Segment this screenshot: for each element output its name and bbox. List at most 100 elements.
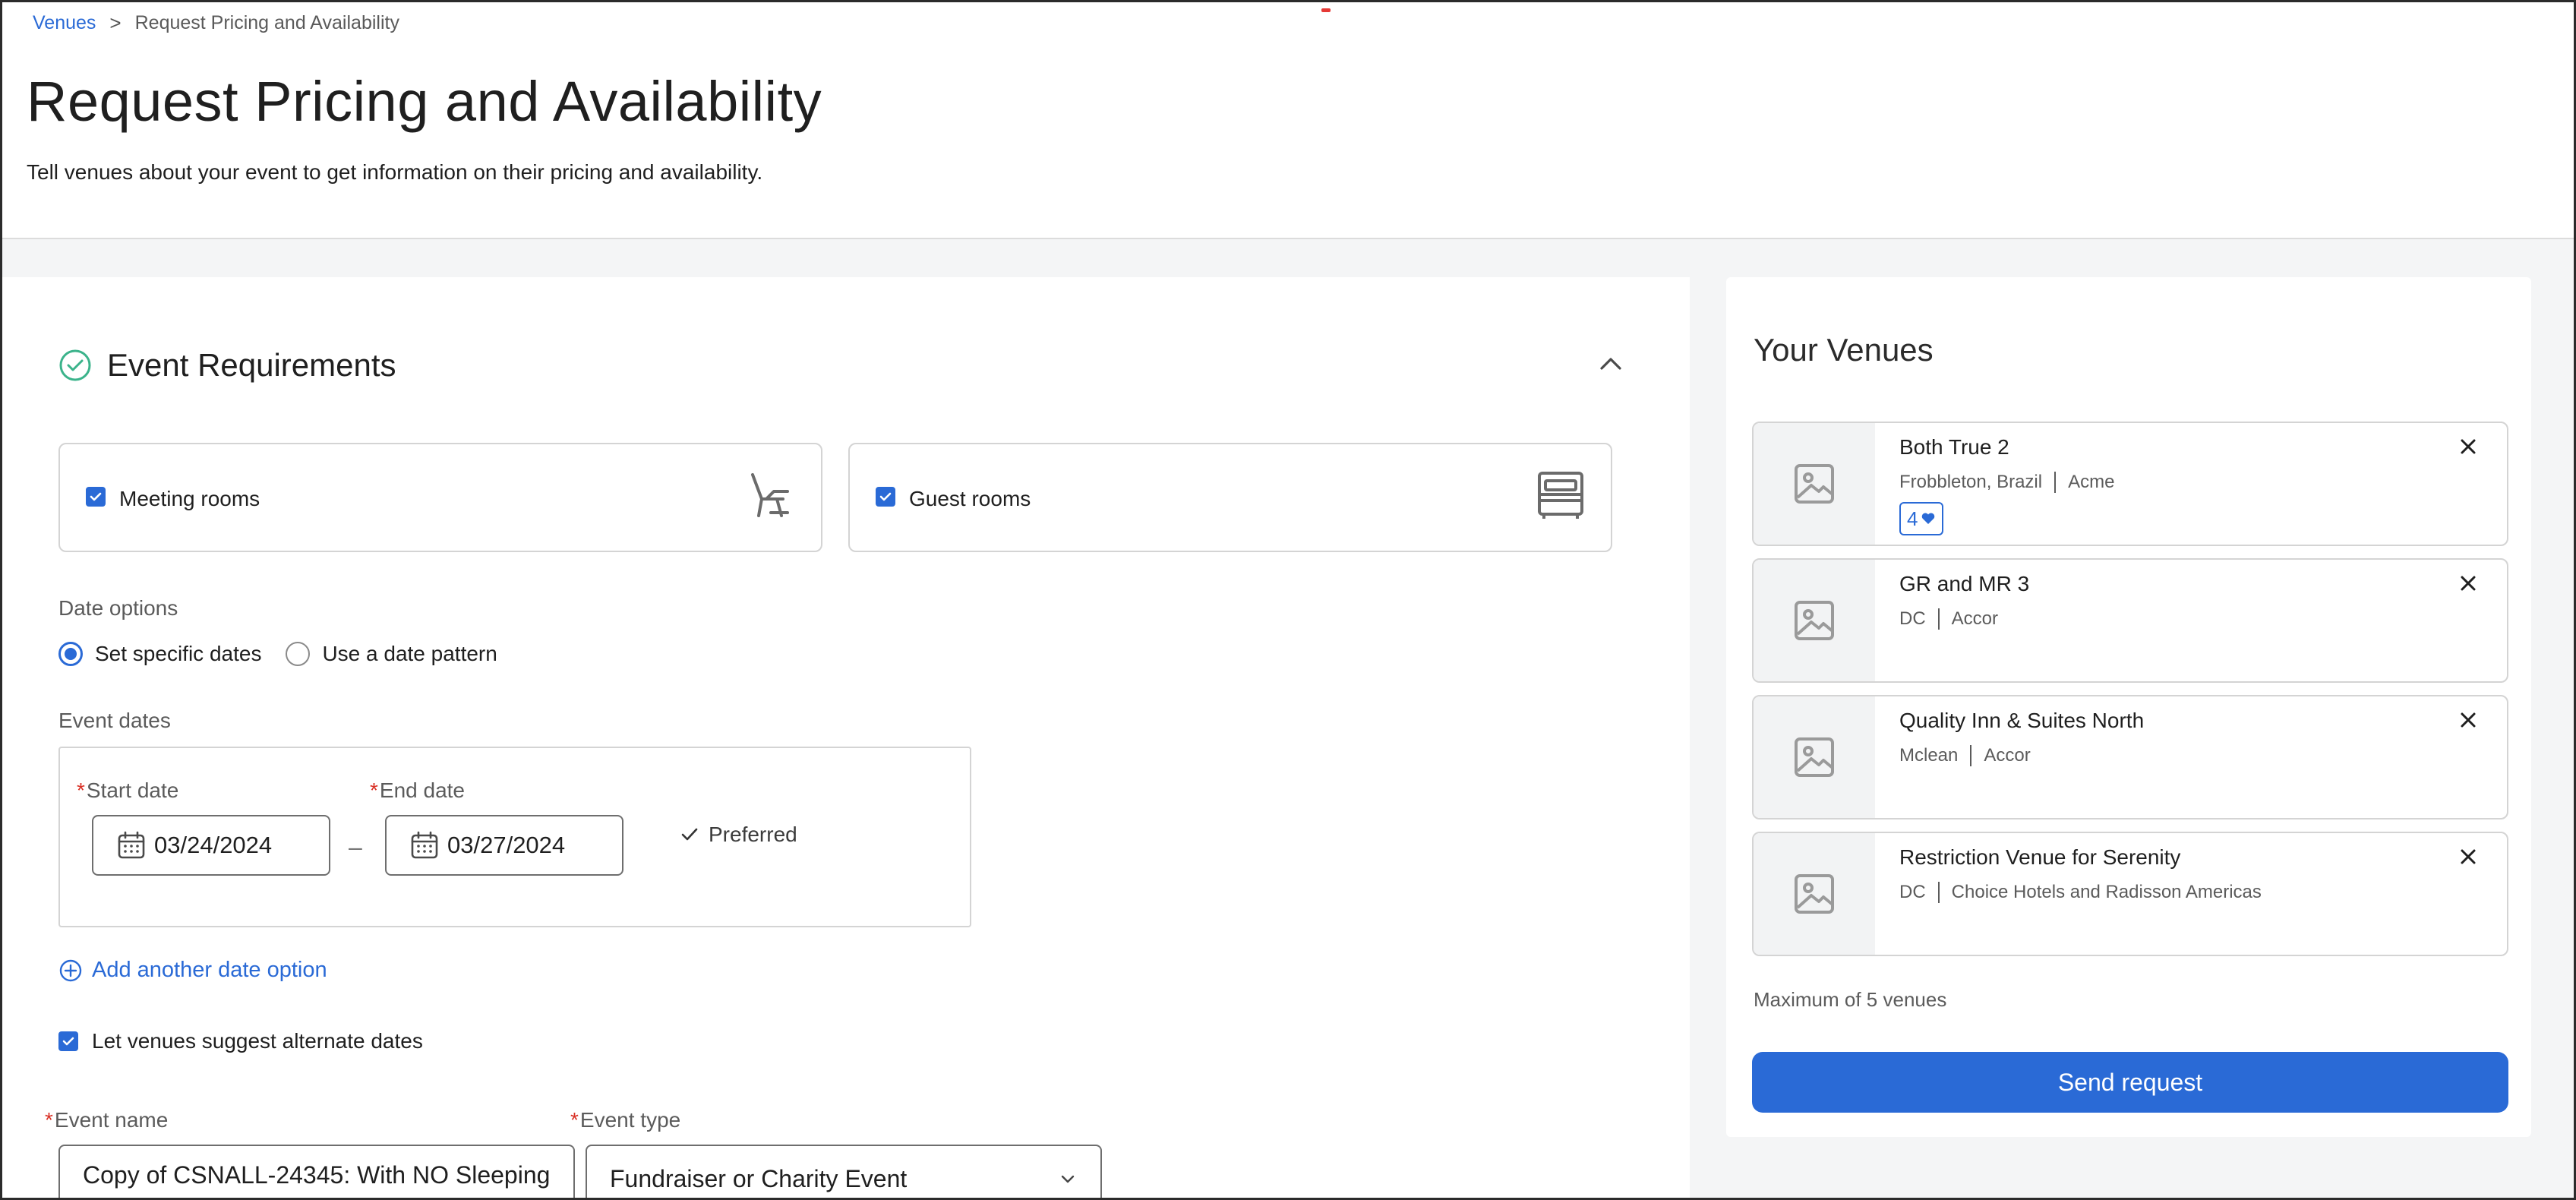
event-name-label-text: Event name bbox=[54, 1108, 169, 1132]
event-name-label: *Event name bbox=[45, 1108, 168, 1132]
date-options-label: Date options bbox=[58, 596, 178, 620]
event-type-select[interactable]: Fundraiser or Charity Event bbox=[586, 1145, 1102, 1198]
guest-rooms-card[interactable]: Guest rooms bbox=[848, 443, 1612, 552]
close-icon[interactable] bbox=[2457, 845, 2480, 868]
radio-date-pattern-label[interactable]: Use a date pattern bbox=[322, 642, 497, 666]
venue-brand: Acme bbox=[2068, 472, 2115, 492]
your-venues-title: Your Venues bbox=[1754, 332, 1934, 368]
max-venues-note: Maximum of 5 venues bbox=[1754, 988, 1947, 1011]
venue-name: Both True 2 bbox=[1899, 435, 2009, 459]
date-options-radio-group: Set specific dates Use a date pattern bbox=[58, 642, 522, 666]
date-range-dash: – bbox=[349, 833, 362, 861]
close-icon[interactable] bbox=[2457, 572, 2480, 595]
start-date-value: 03/24/2024 bbox=[154, 832, 273, 858]
meeting-rooms-card[interactable]: Meeting rooms bbox=[58, 443, 822, 552]
required-mark: * bbox=[570, 1108, 579, 1132]
radio-specific-dates-label[interactable]: Set specific dates bbox=[95, 642, 261, 666]
venue-thumbnail bbox=[1754, 696, 1875, 818]
breadcrumb-venues-link[interactable]: Venues bbox=[33, 12, 96, 34]
heart-icon bbox=[1922, 513, 1935, 524]
suggest-alternate-label: Let venues suggest alternate dates bbox=[92, 1029, 423, 1053]
venue-meta: Mclean Accor bbox=[1899, 745, 2031, 766]
page-title: Request Pricing and Availability bbox=[27, 70, 822, 133]
close-icon[interactable] bbox=[2457, 435, 2480, 458]
checkmark-icon bbox=[90, 492, 102, 501]
venue-meta: DC Accor bbox=[1899, 608, 1998, 630]
meta-divider bbox=[1937, 608, 1940, 630]
section-title: Event Requirements bbox=[107, 347, 396, 383]
start-date-label: *Start date bbox=[77, 778, 178, 803]
venue-brand: Accor bbox=[1984, 745, 2031, 766]
meeting-rooms-checkbox[interactable] bbox=[86, 487, 106, 507]
preferred-toggle[interactable]: Preferred bbox=[680, 823, 797, 847]
end-date-value: 03/27/2024 bbox=[447, 832, 566, 858]
required-mark: * bbox=[77, 778, 85, 802]
venue-location: Frobbleton, Brazil bbox=[1899, 472, 2043, 492]
venue-card: Both True 2 Frobbleton, Brazil Acme 4 bbox=[1752, 422, 2508, 546]
close-icon[interactable] bbox=[2457, 709, 2480, 731]
venue-meta: DC Choice Hotels and Radisson Americas bbox=[1899, 882, 2262, 903]
add-date-option-label: Add another date option bbox=[92, 958, 327, 982]
checkmark-icon bbox=[879, 492, 892, 501]
venue-card: Restriction Venue for Serenity DC Choice… bbox=[1752, 832, 2508, 956]
start-date-label-text: Start date bbox=[86, 778, 179, 802]
meta-divider bbox=[1937, 882, 1940, 903]
calendar-icon bbox=[118, 831, 145, 859]
venue-name: Quality Inn & Suites North bbox=[1899, 709, 2145, 732]
breadcrumb-separator: > bbox=[109, 11, 122, 34]
event-type-label-text: Event type bbox=[579, 1108, 681, 1132]
venue-thumbnail bbox=[1754, 560, 1875, 681]
venue-name: Restriction Venue for Serenity bbox=[1899, 845, 2181, 869]
event-name-input[interactable]: Copy of CSNALL-24345: With NO Sleeping bbox=[58, 1145, 575, 1198]
preferred-label: Preferred bbox=[709, 823, 797, 846]
image-placeholder-icon bbox=[1795, 737, 1834, 777]
venue-brand: Accor bbox=[1951, 608, 1999, 629]
calendar-icon bbox=[411, 831, 438, 859]
suggest-alternate-row[interactable]: Let venues suggest alternate dates bbox=[58, 1029, 423, 1053]
check-circle-icon bbox=[59, 349, 91, 381]
page-subtitle: Tell venues about your event to get info… bbox=[27, 160, 763, 184]
event-type-value: Fundraiser or Charity Event bbox=[610, 1164, 908, 1192]
plus-circle-icon bbox=[59, 959, 82, 981]
venue-thumbnail bbox=[1754, 833, 1875, 955]
meta-divider bbox=[2054, 472, 2057, 493]
event-requirements-panel: Event Requirements Meeting rooms Guest r… bbox=[2, 277, 1690, 1198]
event-dates-label: Event dates bbox=[58, 709, 171, 732]
chair-icon bbox=[751, 473, 789, 517]
meeting-rooms-label: Meeting rooms bbox=[119, 487, 260, 510]
section-header: Event Requirements bbox=[58, 347, 396, 384]
radio-date-pattern[interactable] bbox=[286, 642, 311, 666]
venue-brand: Choice Hotels and Radisson Americas bbox=[1951, 882, 2262, 902]
venue-name: GR and MR 3 bbox=[1899, 572, 2030, 595]
app-window: Venues > Request Pricing and Availabilit… bbox=[0, 0, 2576, 1200]
chevron-down-icon bbox=[1061, 1175, 1075, 1183]
guest-rooms-label: Guest rooms bbox=[909, 487, 1031, 510]
chevron-up-icon[interactable] bbox=[1597, 350, 1624, 377]
venue-location: Mclean bbox=[1899, 745, 1959, 766]
required-mark: * bbox=[45, 1108, 53, 1132]
venue-card: GR and MR 3 DC Accor bbox=[1752, 558, 2508, 683]
suggest-alternate-checkbox[interactable] bbox=[58, 1031, 78, 1051]
end-date-input[interactable]: 03/27/2024 bbox=[385, 815, 623, 876]
bed-icon bbox=[1538, 472, 1583, 519]
add-date-option-link[interactable]: Add another date option bbox=[58, 958, 327, 983]
end-date-label-text: End date bbox=[379, 778, 466, 802]
start-date-input[interactable]: 03/24/2024 bbox=[92, 815, 330, 876]
breadcrumb-current: Request Pricing and Availability bbox=[134, 12, 399, 33]
guest-rooms-checkbox[interactable] bbox=[876, 487, 895, 507]
send-request-button[interactable]: Send request bbox=[1752, 1052, 2508, 1113]
venue-location: DC bbox=[1899, 882, 1926, 902]
breadcrumb: Venues > Request Pricing and Availabilit… bbox=[33, 11, 399, 35]
end-date-label: *End date bbox=[370, 778, 465, 803]
image-placeholder-icon bbox=[1795, 464, 1834, 504]
page-header: Venues > Request Pricing and Availabilit… bbox=[2, 2, 2574, 239]
image-placeholder-icon bbox=[1795, 874, 1834, 914]
image-placeholder-icon bbox=[1795, 601, 1834, 640]
radio-specific-dates[interactable] bbox=[58, 642, 83, 666]
checkmark-icon bbox=[681, 828, 698, 841]
venue-location: DC bbox=[1899, 608, 1926, 629]
venue-thumbnail bbox=[1754, 423, 1875, 545]
venue-card: Quality Inn & Suites North Mclean Accor bbox=[1752, 695, 2508, 819]
meta-divider bbox=[1970, 745, 1972, 766]
required-mark: * bbox=[370, 778, 378, 802]
